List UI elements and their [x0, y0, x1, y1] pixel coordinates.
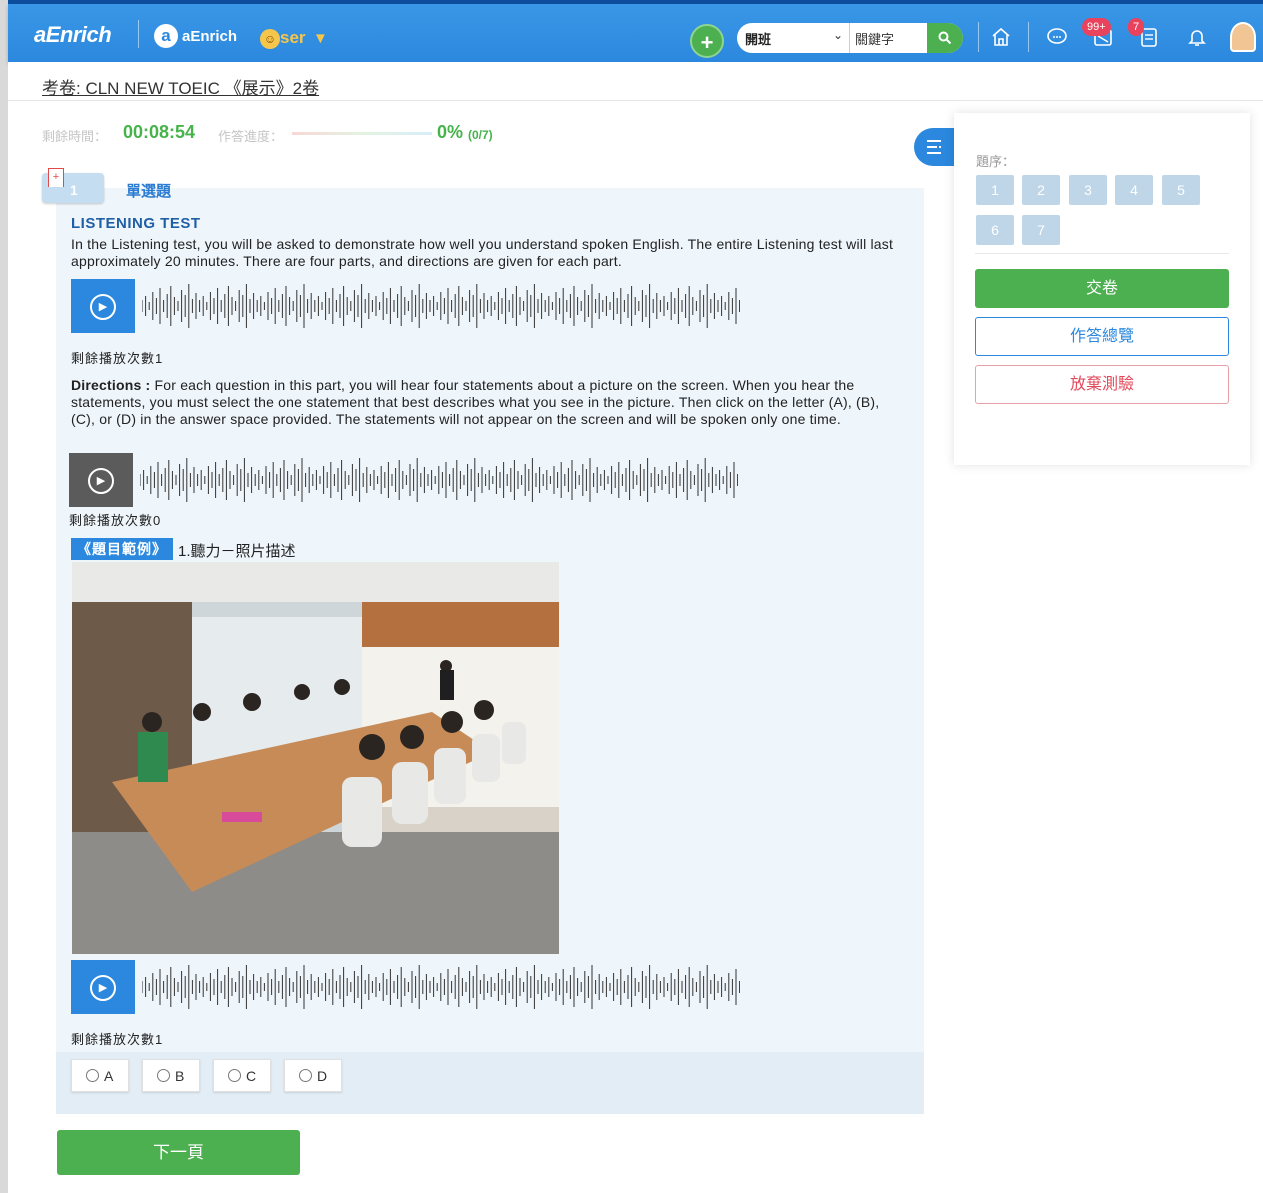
question-nav-1[interactable]: 1	[976, 175, 1014, 205]
user-caret-icon[interactable]: ▼	[313, 30, 328, 47]
app-logo[interactable]: aEnrich	[34, 22, 112, 48]
question-type: 單選題	[126, 183, 172, 200]
directions-label: Directions :	[71, 377, 151, 393]
question-nav-panel: 題序： 1 2 3 4 5 6 7 交卷 作答總覽 放棄測驗	[954, 113, 1250, 465]
abandon-exam-button[interactable]: 放棄測驗	[975, 365, 1229, 404]
audio-remaining-plays: 剩餘播放次數0	[69, 513, 162, 528]
tasks-badge: 7	[1128, 18, 1145, 36]
answer-overview-button[interactable]: 作答總覽	[975, 317, 1229, 356]
play-icon: ▶	[88, 467, 114, 494]
audio-remaining-plays: 剩餘播放次數1	[71, 351, 164, 366]
messages-badge: 99+	[1082, 18, 1111, 36]
chat-icon[interactable]	[1044, 26, 1070, 54]
next-page-button[interactable]: 下一頁	[57, 1130, 300, 1175]
page-title[interactable]: 考卷: CLN NEW TOEIC 《展示》2卷	[42, 74, 319, 99]
question-nav-4[interactable]: 4	[1115, 175, 1153, 205]
search-type-select[interactable]: 開班	[745, 29, 771, 48]
brand-icon: a	[154, 24, 178, 48]
chevron-down-icon[interactable]: ⌄	[833, 28, 843, 42]
question-order-label: 題序：	[976, 154, 1016, 169]
add-button[interactable]: +	[690, 24, 724, 58]
option-d[interactable]: D	[284, 1059, 342, 1092]
play-icon: ▶	[90, 974, 116, 1001]
user-smile-icon: ☺	[260, 29, 280, 49]
avatar[interactable]	[1230, 22, 1256, 52]
example-text: 1.聽力－照片描述	[178, 543, 296, 560]
header-divider	[138, 20, 139, 48]
submit-exam-button[interactable]: 交卷	[975, 269, 1229, 308]
audio-play-button[interactable]: ▶	[71, 279, 135, 333]
exam-title-bar: 考卷: CLN NEW TOEIC 《展示》2卷	[8, 62, 1263, 101]
option-label: B	[175, 1068, 185, 1084]
bell-icon[interactable]	[1184, 26, 1210, 54]
option-label: A	[104, 1068, 114, 1084]
option-label: D	[317, 1068, 328, 1084]
option-label: C	[246, 1068, 257, 1084]
list-icon	[927, 140, 941, 154]
search-input[interactable]: 關鍵字	[855, 29, 894, 48]
search-divider	[849, 23, 850, 53]
home-icon[interactable]	[988, 26, 1014, 54]
question-nav-7[interactable]: 7	[1022, 215, 1060, 245]
remaining-time-label: 剩餘時間：	[42, 129, 108, 144]
countdown-timer: 00:08:54	[123, 122, 196, 142]
progress-count: (0/7)	[468, 128, 493, 142]
directions-body: For each question in this part, you will…	[71, 377, 880, 427]
progress-bar	[292, 132, 432, 135]
question-number: 1	[70, 182, 78, 198]
radio-icon[interactable]	[86, 1069, 99, 1082]
option-a[interactable]: A	[71, 1059, 129, 1092]
panel-divider	[975, 253, 1229, 254]
radio-icon[interactable]	[299, 1069, 312, 1082]
user-menu-label[interactable]: ser	[280, 28, 306, 48]
left-scroll-edge	[0, 0, 8, 1193]
bookmark-icon[interactable]: +	[48, 168, 64, 187]
search-icon	[938, 31, 952, 45]
header-divider	[978, 22, 979, 52]
question-nav-6[interactable]: 6	[976, 215, 1014, 245]
example-tag: 《題目範例》	[71, 538, 173, 560]
progress-label: 作答進度：	[218, 129, 284, 144]
section-title: LISTENING TEST	[71, 215, 201, 232]
audio-remaining-plays: 剩餘播放次數1	[71, 1032, 164, 1047]
radio-icon[interactable]	[228, 1069, 241, 1082]
intro-text: In the Listening test, you will be asked…	[71, 236, 894, 269]
directions-text: Directions : For each question in this p…	[71, 377, 906, 428]
question-nav-2[interactable]: 2	[1022, 175, 1060, 205]
audio-waveform	[142, 965, 740, 1009]
progress-percent: 0%	[437, 122, 464, 142]
option-c[interactable]: C	[213, 1059, 271, 1092]
play-icon: ▶	[90, 293, 116, 320]
audio-waveform	[140, 458, 738, 502]
meeting-room-photo	[72, 562, 559, 954]
question-nav-5[interactable]: 5	[1162, 175, 1200, 205]
option-b[interactable]: B	[142, 1059, 200, 1092]
audio-waveform	[142, 284, 740, 328]
top-header: aEnrich a aEnrich ☺ ser ▼ + 開班 ⌄ 關鍵字 99+…	[8, 4, 1263, 62]
header-divider	[1028, 22, 1029, 52]
radio-icon[interactable]	[157, 1069, 170, 1082]
audio-play-button[interactable]: ▶	[71, 960, 135, 1014]
search-button[interactable]	[927, 23, 963, 53]
question-nav-3[interactable]: 3	[1069, 175, 1107, 205]
audio-play-button-disabled[interactable]: ▶	[69, 453, 133, 507]
side-panel-toggle[interactable]	[914, 128, 954, 166]
brand-name[interactable]: aEnrich	[182, 28, 237, 45]
search-box: 開班 ⌄ 關鍵字	[737, 23, 963, 53]
